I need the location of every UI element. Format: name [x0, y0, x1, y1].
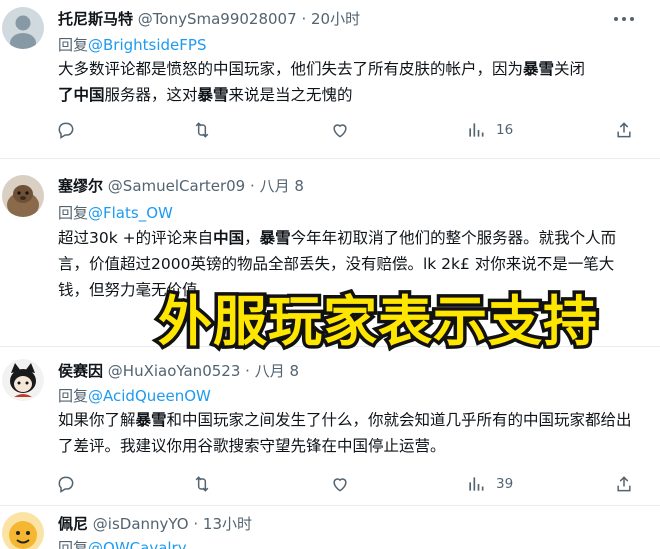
- reply-mention-link[interactable]: @BrightsideFPS: [88, 36, 206, 54]
- author-handle[interactable]: @TonySma99028007: [138, 10, 297, 28]
- tweet-text: 如果你了解暴雪和中国玩家之间发生了什么，你就会知道几乎所有的中国玩家都给出了差评…: [58, 407, 646, 459]
- separator-dot: ·: [193, 515, 199, 533]
- tweet-header: 塞缪尔 @SamuelCarter09 · 八月 8: [58, 177, 304, 195]
- reply-prefix: 回复: [58, 204, 89, 222]
- text-run: 如果你了解: [58, 411, 136, 429]
- author-handle[interactable]: @isDannyYO: [93, 515, 189, 533]
- retweet-button[interactable]: [192, 472, 212, 496]
- views-icon: [469, 477, 484, 491]
- timestamp[interactable]: 八月 8: [255, 362, 299, 380]
- text-run: 服务器，这对: [104, 86, 198, 104]
- text-run-bold: 暴雪: [523, 60, 555, 78]
- reply-button[interactable]: [56, 118, 76, 142]
- reply-context: 回复@BrightsideFPS: [58, 36, 206, 54]
- like-button[interactable]: [330, 118, 350, 142]
- tweet-3[interactable]: 侯赛因 @HuXiaoYan0523 · 八月 8 回复@AcidQueenOW…: [0, 347, 660, 502]
- text-run-bold: 暴雪: [197, 86, 229, 104]
- reply-prefix: 回复: [58, 387, 89, 405]
- tweet-1[interactable]: 托尼斯马特 @TonySma99028007 · 20小时 回复@Brights…: [0, 0, 660, 160]
- separator-dot: ·: [245, 362, 250, 380]
- tweet-4[interactable]: 佩尼 @isDannyYO · 13小时 回复@OWCavalry: [0, 506, 660, 549]
- tweet-header: 佩尼 @isDannyYO · 13小时: [58, 515, 252, 533]
- text-run: 超过30k +的评论来自: [58, 229, 214, 247]
- reply-context: 回复@Flats_OW: [58, 204, 173, 222]
- text-run: ，: [244, 229, 260, 247]
- text-run-bold: 中国: [213, 229, 245, 247]
- like-icon: [333, 124, 347, 138]
- text-run: 大多数评论都是愤怒的中国玩家，他们失去了所有皮肤的帐户，因为: [58, 60, 524, 78]
- views-icon: [469, 123, 484, 137]
- author-name[interactable]: 塞缪尔: [58, 177, 103, 195]
- text-run-bold: 暴雪: [135, 411, 167, 429]
- author-handle[interactable]: @HuXiaoYan0523: [108, 362, 241, 380]
- tweet-header: 侯赛因 @HuXiaoYan0523 · 八月 8: [58, 362, 299, 380]
- default-avatar[interactable]: [2, 7, 44, 49]
- author-handle[interactable]: @SamuelCarter09: [108, 177, 245, 195]
- reply-prefix: 回复: [58, 36, 89, 54]
- share-button[interactable]: [614, 472, 634, 496]
- tweet-header: 托尼斯马特 @TonySma99028007 · 20小时: [58, 10, 360, 28]
- reply-context: 回复@OWCavalry: [58, 539, 187, 549]
- reply-mention-link[interactable]: @AcidQueenOW: [88, 387, 211, 405]
- like-button[interactable]: [330, 472, 350, 496]
- views-count: 16: [496, 122, 514, 138]
- avatar[interactable]: [2, 512, 44, 549]
- views-button[interactable]: 16: [466, 118, 513, 142]
- separator-dot: ·: [250, 177, 255, 195]
- timestamp[interactable]: 八月 8: [260, 177, 304, 195]
- separator-dot: ·: [301, 10, 307, 28]
- avatar[interactable]: [2, 359, 44, 401]
- author-name[interactable]: 佩尼: [58, 515, 88, 533]
- text-run: 关闭: [554, 60, 586, 78]
- tweet-text: 大多数评论都是愤怒的中国玩家，他们失去了所有皮肤的帐户，因为暴雪关闭 了中国服务器…: [58, 56, 648, 108]
- reply-prefix: 回复: [58, 539, 89, 549]
- author-name[interactable]: 托尼斯马特: [58, 10, 133, 28]
- reply-icon: [58, 476, 74, 493]
- like-icon: [333, 478, 347, 492]
- text-run-bold: 暴雪: [259, 229, 291, 247]
- reply-mention-link[interactable]: @Flats_OW: [88, 204, 173, 222]
- avatar[interactable]: [2, 175, 44, 217]
- author-name[interactable]: 侯赛因: [58, 362, 103, 380]
- action-bar: 16: [56, 118, 636, 142]
- retweet-icon: [195, 122, 209, 138]
- views-button[interactable]: 39: [466, 472, 513, 496]
- views-count: 39: [496, 476, 514, 492]
- timestamp[interactable]: 20小时: [311, 10, 360, 28]
- share-icon: [617, 476, 631, 492]
- more-icon[interactable]: [614, 15, 634, 23]
- text-run-bold: 了中国: [58, 86, 105, 104]
- share-button[interactable]: [614, 118, 634, 142]
- retweet-icon: [195, 476, 209, 492]
- reply-button[interactable]: [56, 472, 76, 496]
- overlay-caption: 外服玩家表示支持: [155, 287, 601, 357]
- retweet-button[interactable]: [192, 118, 212, 142]
- text-run: 来说是当之无愧的: [228, 86, 353, 104]
- reply-context: 回复@AcidQueenOW: [58, 387, 211, 405]
- action-bar: 39: [56, 472, 636, 496]
- share-icon: [617, 122, 631, 138]
- reply-icon: [58, 122, 74, 139]
- timestamp[interactable]: 13小时: [203, 515, 252, 533]
- reply-mention-link[interactable]: @OWCavalry: [88, 539, 187, 549]
